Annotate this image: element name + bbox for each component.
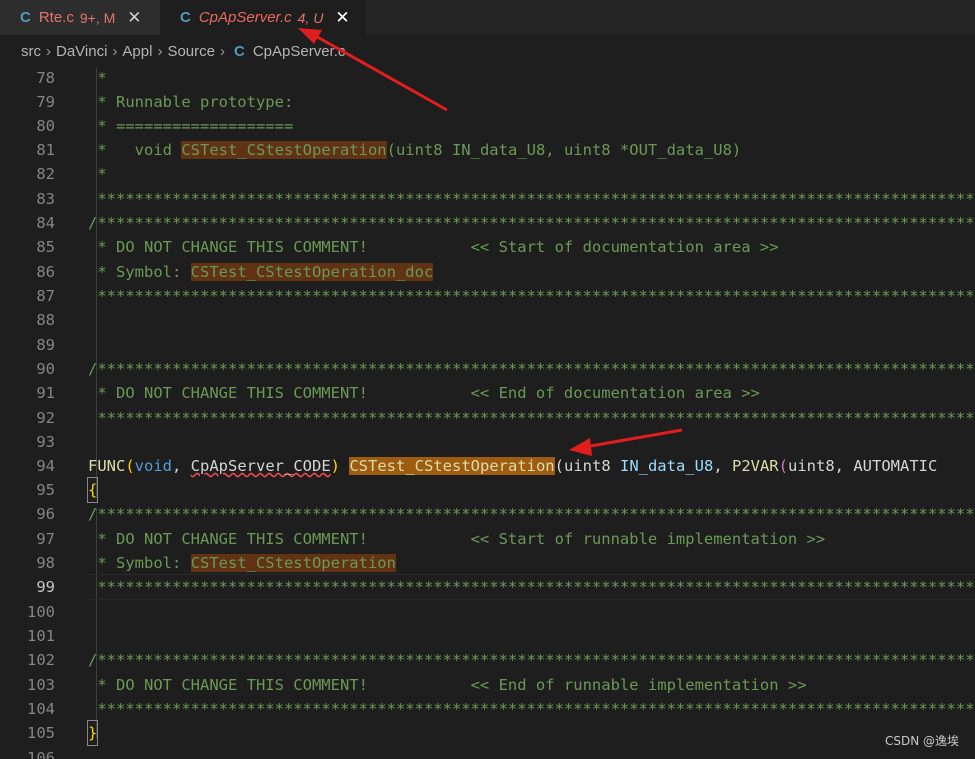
annotation-arrow xyxy=(298,28,683,456)
arrow-line xyxy=(311,32,448,112)
arrowhead xyxy=(569,438,592,456)
arrow-line xyxy=(584,428,683,449)
watermark: CSDN @逸埃 xyxy=(884,734,959,748)
arrowhead xyxy=(298,28,322,44)
